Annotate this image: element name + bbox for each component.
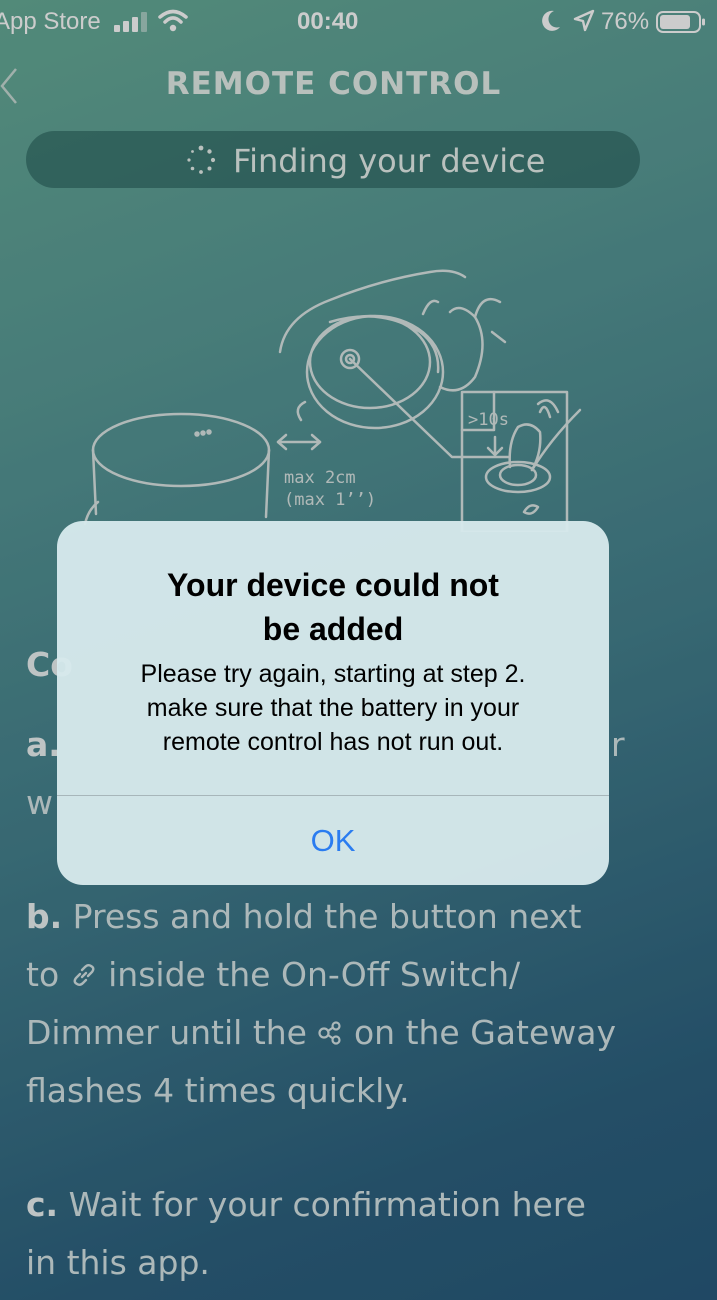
alert-message: Please try again, starting at step 2. ma…	[140, 660, 526, 756]
error-alert-dialog: Your device could not be added Please tr…	[57, 521, 609, 885]
alert-title: Your device could not be added	[167, 567, 499, 647]
ok-button[interactable]: OK	[57, 796, 609, 885]
